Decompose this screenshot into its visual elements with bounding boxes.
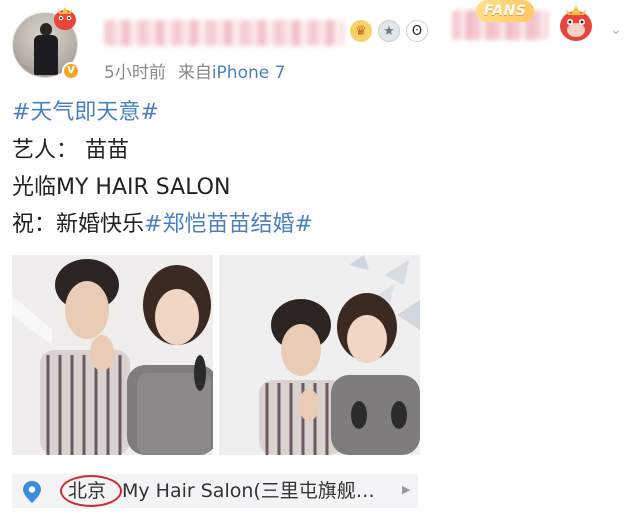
post-photo-2[interactable] xyxy=(219,255,420,455)
post-meta: 5小时前 来自iPhone 7 xyxy=(104,58,285,83)
location-pin-icon xyxy=(23,481,41,503)
avatar[interactable]: V xyxy=(12,7,80,80)
weibo-post: V ♛ ★ ʘ FANS ⌄ 5小时前 来自iPhone 7 #天气即天意# 艺人… xyxy=(0,0,640,514)
fans-mascot-icon xyxy=(560,6,592,41)
crown-icon[interactable]: ♛ xyxy=(350,20,372,42)
post-text-line: 光临MY HAIR SALON xyxy=(12,175,231,200)
location-tag[interactable]: 北京 My Hair Salon(三里屯旗舰… ▶ xyxy=(12,474,418,508)
avatar-pendant-icon xyxy=(54,7,76,30)
location-place: My Hair Salon(三里屯旗舰… xyxy=(122,480,375,502)
annotation-circle xyxy=(60,475,122,507)
post-text-line: 祝：新婚快乐#郑恺苗苗结婚# xyxy=(12,210,313,240)
panda-icon[interactable]: ʘ xyxy=(406,20,428,42)
topic-link[interactable]: #郑恺苗苗结婚# xyxy=(144,212,313,237)
topic-link[interactable]: #天气即天意# xyxy=(12,98,159,128)
post-photo-1[interactable] xyxy=(12,255,213,455)
fans-badge[interactable]: FANS xyxy=(476,0,535,22)
medal-icon[interactable]: ★ xyxy=(378,20,400,42)
post-text-line: 艺人： 苗苗 xyxy=(12,138,129,163)
post-text-prefix: 祝：新婚快乐 xyxy=(12,212,145,237)
verified-badge-icon: V xyxy=(62,62,80,80)
chevron-down-icon[interactable]: ⌄ xyxy=(610,22,622,38)
user-badges: ♛ ★ ʘ xyxy=(350,20,428,42)
chevron-right-icon: ▶ xyxy=(402,483,411,496)
source-link[interactable]: iPhone 7 xyxy=(212,63,286,83)
username-blurred[interactable] xyxy=(104,20,344,46)
source-prefix: 来自 xyxy=(177,63,212,83)
post-time: 5小时前 xyxy=(104,63,166,83)
